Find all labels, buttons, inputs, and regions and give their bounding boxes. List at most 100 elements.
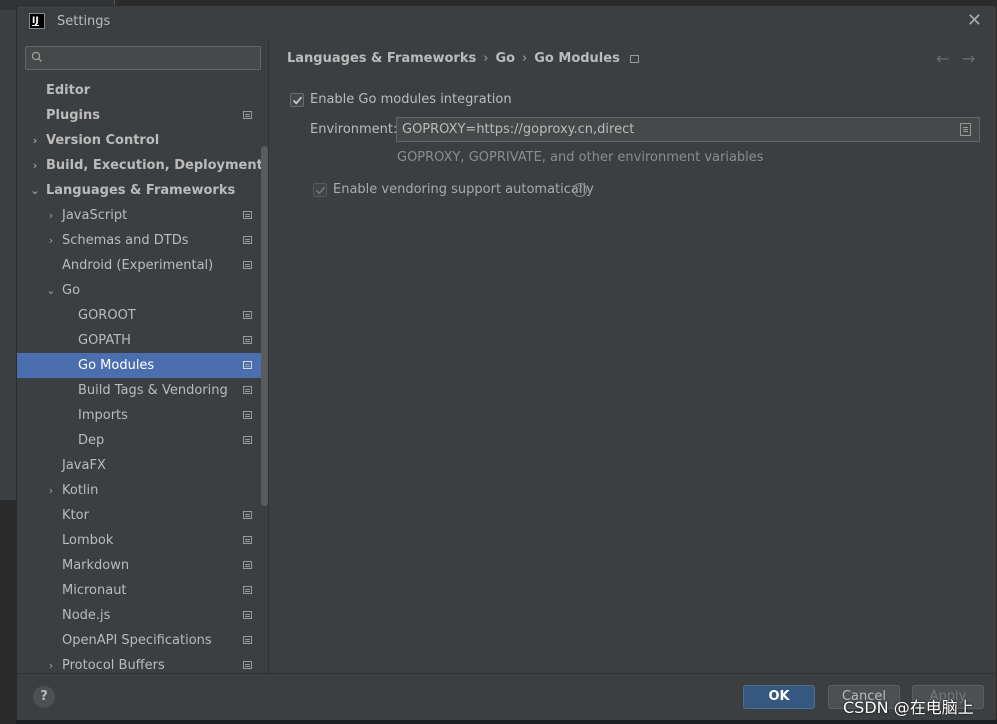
sidebar-item-micronaut[interactable]: Micronaut (17, 578, 268, 603)
sidebar-item-label: JavaScript (62, 208, 128, 223)
enable-go-modules-label[interactable]: Enable Go modules integration (310, 92, 512, 107)
sidebar-item-label: Micronaut (62, 583, 127, 598)
chevron-right-icon[interactable]: › (46, 653, 56, 673)
enable-vendoring-label[interactable]: Enable vendoring support automatically (333, 182, 594, 197)
settings-content: Languages & Frameworks › Go › Go Modules ← →… (270, 38, 996, 673)
sidebar-item-markdown[interactable]: Markdown (17, 553, 268, 578)
project-scope-icon (243, 536, 252, 544)
environment-hint: GOPROXY, GOPRIVATE, and other environmen… (397, 150, 764, 165)
sidebar-item-label: Protocol Buffers (62, 658, 165, 673)
title-bar: IJ Settings ✕ (17, 6, 996, 38)
arrow-right-icon[interactable]: → (962, 49, 975, 68)
help-button[interactable]: ? (33, 686, 55, 708)
project-scope-icon (243, 361, 252, 369)
project-scope-icon (243, 636, 252, 644)
ok-button[interactable]: OK (743, 685, 815, 709)
apply-button[interactable]: Apply (912, 685, 984, 709)
environment-label: Environment: (310, 122, 398, 137)
background-ide (0, 0, 16, 724)
sidebar-item-label: Schemas and DTDs (62, 233, 189, 248)
project-scope-icon (243, 261, 252, 269)
sidebar-item-javascript[interactable]: › JavaScript (17, 203, 268, 228)
environment-field[interactable]: GOPROXY=https://goproxy.cn,direct (396, 117, 980, 142)
project-scope-icon (243, 236, 252, 244)
sidebar-item-android[interactable]: Android (Experimental) (17, 253, 268, 278)
sidebar-item-label: Android (Experimental) (62, 258, 214, 273)
chevron-right-icon: › (483, 51, 489, 66)
sidebar-item-plugins[interactable]: Plugins (17, 103, 268, 128)
sidebar-item-schemas-dtds[interactable]: › Schemas and DTDs (17, 228, 268, 253)
search-field[interactable] (25, 46, 261, 70)
chevron-right-icon: › (522, 51, 528, 66)
intellij-app-icon: IJ (29, 13, 45, 29)
chevron-right-icon[interactable]: › (30, 153, 40, 178)
sidebar-item-label: Editor (46, 83, 91, 98)
breadcrumb-item[interactable]: Languages & Frameworks (287, 51, 476, 66)
project-scope-icon (243, 211, 252, 219)
sidebar-item-label: Dep (78, 433, 105, 448)
sidebar-scrollbar[interactable] (261, 146, 268, 506)
sidebar-item-ktor[interactable]: Ktor (17, 503, 268, 528)
sidebar-item-dep[interactable]: Dep (17, 428, 268, 453)
sidebar-item-label: Go (62, 283, 81, 298)
arrow-left-icon[interactable]: ← (936, 49, 949, 68)
sidebar-item-build-execution-deployment[interactable]: › Build, Execution, Deployment (17, 153, 268, 178)
chevron-down-icon[interactable]: ⌄ (46, 278, 56, 303)
chevron-right-icon[interactable]: › (46, 203, 56, 228)
chevron-down-icon[interactable]: ⌄ (30, 178, 40, 203)
sidebar-item-gopath[interactable]: GOPATH (17, 328, 268, 353)
sidebar-item-lombok[interactable]: Lombok (17, 528, 268, 553)
sidebar-item-label: Markdown (62, 558, 130, 573)
breadcrumb-item: Go Modules (534, 51, 620, 66)
sidebar-item-version-control[interactable]: › Version Control (17, 128, 268, 153)
checkmark-icon (292, 96, 303, 105)
dialog-title: Settings (57, 14, 111, 29)
project-scope-icon (243, 336, 252, 344)
cancel-button[interactable]: Cancel (828, 685, 900, 709)
sidebar-item-goroot[interactable]: GOROOT (17, 303, 268, 328)
sidebar-item-label: Version Control (46, 133, 160, 148)
settings-tree: Editor Plugins › Version Control › Build… (17, 78, 268, 673)
sidebar-item-openapi[interactable]: OpenAPI Specifications (17, 628, 268, 653)
breadcrumb: Languages & Frameworks › Go › Go Modules (287, 51, 639, 66)
project-scope-icon (243, 411, 252, 419)
help-icon[interactable]: ? (573, 183, 587, 197)
project-scope-icon (629, 54, 639, 63)
sidebar-item-protocol-buffers[interactable]: › Protocol Buffers (17, 653, 268, 673)
sidebar-item-languages-frameworks[interactable]: ⌄ Languages & Frameworks (17, 178, 268, 203)
project-scope-icon (243, 511, 252, 519)
enable-go-modules-checkbox[interactable] (290, 93, 304, 107)
sidebar-item-go-modules[interactable]: Go Modules (17, 353, 268, 378)
settings-dialog: IJ Settings ✕ Editor Plugins › Version C… (16, 5, 997, 720)
sidebar-item-label: Ktor (62, 508, 89, 523)
sidebar-item-label: Build Tags & Vendoring (78, 383, 228, 398)
sidebar-item-label: OpenAPI Specifications (62, 633, 212, 648)
sidebar-item-label: Node.js (62, 608, 111, 623)
sidebar-item-label: Plugins (46, 108, 100, 123)
chevron-right-icon[interactable]: › (46, 478, 56, 503)
sidebar-item-go[interactable]: ⌄ Go (17, 278, 268, 303)
breadcrumb-item[interactable]: Go (495, 51, 515, 66)
chevron-right-icon[interactable]: › (46, 228, 56, 253)
close-icon[interactable]: ✕ (967, 12, 982, 30)
sidebar-item-javafx[interactable]: JavaFX (17, 453, 268, 478)
sidebar-item-label: JavaFX (62, 458, 106, 473)
sidebar-item-editor[interactable]: Editor (17, 78, 268, 103)
sidebar-item-label: GOPATH (78, 333, 131, 348)
project-scope-icon (243, 661, 252, 669)
enable-vendoring-checkbox[interactable] (313, 183, 327, 197)
dialog-footer: ? OK Cancel Apply (17, 673, 996, 720)
sidebar-item-imports[interactable]: Imports (17, 403, 268, 428)
project-scope-icon (243, 386, 252, 394)
sidebar-item-label: Go Modules (78, 358, 155, 373)
project-scope-icon (243, 586, 252, 594)
sidebar-item-build-tags-vendoring[interactable]: Build Tags & Vendoring (17, 378, 268, 403)
edit-list-icon[interactable] (960, 123, 971, 136)
sidebar-item-kotlin[interactable]: › Kotlin (17, 478, 268, 503)
project-scope-icon (243, 111, 252, 119)
sidebar-item-nodejs[interactable]: Node.js (17, 603, 268, 628)
checkmark-icon (315, 186, 326, 195)
sidebar-item-label: Lombok (62, 533, 114, 548)
chevron-right-icon[interactable]: › (30, 128, 40, 153)
search-icon (31, 51, 42, 62)
